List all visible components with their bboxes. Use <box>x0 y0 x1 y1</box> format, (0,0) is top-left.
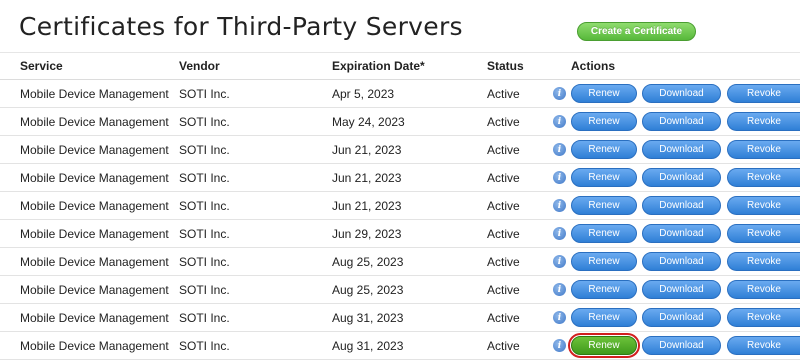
revoke-button[interactable]: Revoke <box>727 280 800 299</box>
header-vendor: Vendor <box>179 59 220 73</box>
renew-button[interactable]: Renew <box>571 140 637 159</box>
cell-service: Mobile Device Management <box>20 114 169 129</box>
cell-status: Active <box>487 310 520 325</box>
table-row: Mobile Device Management SOTI Inc. Jun 21,… <box>0 164 800 192</box>
certificates-table: Service Vendor Expiration Date* Status A… <box>0 52 800 360</box>
cell-status: Active <box>487 198 520 213</box>
cell-expiration-date: Aug 31, 2023 <box>332 310 404 325</box>
cell-status: Active <box>487 170 520 185</box>
cell-service: Mobile Device Management <box>20 86 169 101</box>
table-row: Mobile Device Management SOTI Inc. Jun 21,… <box>0 136 800 164</box>
table-header: Service Vendor Expiration Date* Status A… <box>0 52 800 80</box>
cell-service: Mobile Device Management <box>20 282 169 297</box>
cell-status: Active <box>487 226 520 241</box>
info-icon[interactable]: i <box>553 339 566 352</box>
download-button[interactable]: Download <box>642 140 721 159</box>
cell-service: Mobile Device Management <box>20 226 169 241</box>
table-row: Mobile Device Management SOTI Inc. Apr 5, … <box>0 80 800 108</box>
download-button[interactable]: Download <box>642 252 721 271</box>
download-button[interactable]: Download <box>642 196 721 215</box>
cell-expiration-date: Aug 25, 2023 <box>332 282 404 297</box>
revoke-button[interactable]: Revoke <box>727 336 800 355</box>
cell-expiration-date: May 24, 2023 <box>332 114 405 129</box>
cell-vendor: SOTI Inc. <box>179 310 230 325</box>
cell-vendor: SOTI Inc. <box>179 338 230 353</box>
renew-button[interactable]: Renew <box>571 280 637 299</box>
info-icon[interactable]: i <box>553 199 566 212</box>
cell-status: Active <box>487 338 520 353</box>
renew-button[interactable]: Renew <box>568 333 640 358</box>
header-service: Service <box>20 59 63 73</box>
cell-service: Mobile Device Management <box>20 310 169 325</box>
cell-vendor: SOTI Inc. <box>179 254 230 269</box>
cell-status: Active <box>487 114 520 129</box>
renew-button[interactable]: Renew <box>571 112 637 131</box>
cell-vendor: SOTI Inc. <box>179 86 230 101</box>
info-icon[interactable]: i <box>553 115 566 128</box>
revoke-button[interactable]: Revoke <box>727 252 800 271</box>
cell-service: Mobile Device Management <box>20 198 169 213</box>
create-certificate-button[interactable]: Create a Certificate <box>577 22 696 41</box>
renew-button[interactable]: Renew <box>571 168 637 187</box>
renew-button[interactable]: Renew <box>571 196 637 215</box>
info-icon[interactable]: i <box>553 143 566 156</box>
cell-status: Active <box>487 142 520 157</box>
info-icon[interactable]: i <box>553 311 566 324</box>
revoke-button[interactable]: Revoke <box>727 168 800 187</box>
cell-vendor: SOTI Inc. <box>179 226 230 241</box>
revoke-button[interactable]: Revoke <box>727 84 800 103</box>
table-row: Mobile Device Management SOTI Inc. Aug 31,… <box>0 304 800 332</box>
revoke-button[interactable]: Revoke <box>727 140 800 159</box>
cell-status: Active <box>487 86 520 101</box>
cell-expiration-date: Aug 25, 2023 <box>332 254 404 269</box>
download-button[interactable]: Download <box>642 168 721 187</box>
cell-status: Active <box>487 254 520 269</box>
cell-status: Active <box>487 282 520 297</box>
info-icon[interactable]: i <box>553 87 566 100</box>
revoke-button[interactable]: Revoke <box>727 112 800 131</box>
table-row: Mobile Device Management SOTI Inc. Aug 25,… <box>0 276 800 304</box>
info-icon[interactable]: i <box>553 171 566 184</box>
renew-button[interactable]: Renew <box>571 84 637 103</box>
cell-vendor: SOTI Inc. <box>179 198 230 213</box>
cell-service: Mobile Device Management <box>20 338 169 353</box>
renew-button[interactable]: Renew <box>571 252 637 271</box>
info-icon[interactable]: i <box>553 227 566 240</box>
info-icon[interactable]: i <box>553 283 566 296</box>
table-row: Mobile Device Management SOTI Inc. Jun 21,… <box>0 192 800 220</box>
cell-service: Mobile Device Management <box>20 170 169 185</box>
cell-expiration-date: Jun 29, 2023 <box>332 226 402 241</box>
table-row: Mobile Device Management SOTI Inc. Aug 25,… <box>0 248 800 276</box>
download-button[interactable]: Download <box>642 308 721 327</box>
cell-expiration-date: Apr 5, 2023 <box>332 86 395 101</box>
download-button[interactable]: Download <box>642 112 721 131</box>
revoke-button[interactable]: Revoke <box>727 224 800 243</box>
cell-expiration-date: Aug 31, 2023 <box>332 338 404 353</box>
renew-button[interactable]: Renew <box>571 224 637 243</box>
revoke-button[interactable]: Revoke <box>727 196 800 215</box>
cell-expiration-date: Jun 21, 2023 <box>332 170 402 185</box>
download-button[interactable]: Download <box>642 84 721 103</box>
table-row: Mobile Device Management SOTI Inc. Jun 29,… <box>0 220 800 248</box>
header-expiration-date: Expiration Date* <box>332 59 425 73</box>
cell-vendor: SOTI Inc. <box>179 170 230 185</box>
table-row: Mobile Device Management SOTI Inc. May 24,… <box>0 108 800 136</box>
page-title: Certificates for Third-Party Servers <box>19 12 463 41</box>
cell-expiration-date: Jun 21, 2023 <box>332 198 402 213</box>
cell-vendor: SOTI Inc. <box>179 282 230 297</box>
cell-expiration-date: Jun 21, 2023 <box>332 142 402 157</box>
cell-service: Mobile Device Management <box>20 254 169 269</box>
info-icon[interactable]: i <box>553 255 566 268</box>
cell-vendor: SOTI Inc. <box>179 114 230 129</box>
cell-vendor: SOTI Inc. <box>179 142 230 157</box>
cell-service: Mobile Device Management <box>20 142 169 157</box>
download-button[interactable]: Download <box>642 280 721 299</box>
download-button[interactable]: Download <box>642 224 721 243</box>
download-button[interactable]: Download <box>642 336 721 355</box>
table-row: Mobile Device Management SOTI Inc. Aug 31,… <box>0 332 800 360</box>
renew-button[interactable]: Renew <box>571 308 637 327</box>
revoke-button[interactable]: Revoke <box>727 308 800 327</box>
header-status: Status <box>487 59 524 73</box>
header-actions: Actions <box>571 59 616 73</box>
